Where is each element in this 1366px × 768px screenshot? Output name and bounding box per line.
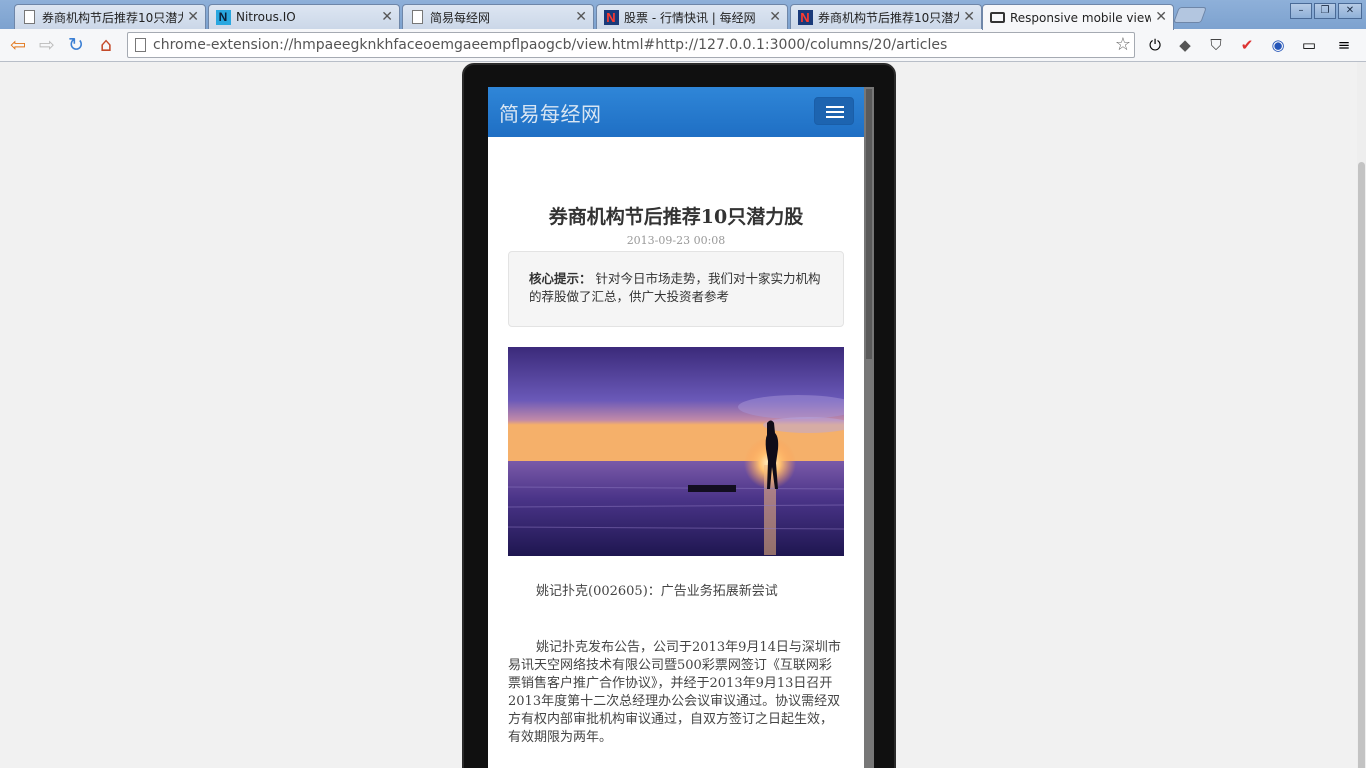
new-tab-button[interactable]: [1173, 7, 1207, 23]
forward-button[interactable]: ⇨: [35, 34, 59, 56]
tab-2[interactable]: N Nitrous.IO ✕: [208, 4, 400, 29]
device-screen[interactable]: 简易每经网 券商机构节后推荐10只潜力股 2013-09-23 00:08 核心…: [488, 87, 874, 768]
summary-label: 核心提示：: [529, 271, 592, 286]
page-icon: [409, 9, 425, 25]
close-icon[interactable]: ✕: [1155, 9, 1167, 25]
page-scrollbar[interactable]: [1357, 62, 1366, 768]
article-date: 2013-09-23 00:08: [626, 234, 726, 247]
close-icon[interactable]: ✕: [769, 9, 781, 25]
tab-4[interactable]: N 股票 - 行情快讯 | 每经网 ✕: [596, 4, 788, 29]
browser-toolbar: ⇦ ⇨ ↻ ⌂ chrome-extension://hmpaeegknkhfa…: [0, 29, 1366, 62]
address-bar[interactable]: chrome-extension://hmpaeegknkhfaceoemgae…: [127, 32, 1135, 58]
paragraph-1: 姚记扑克(002605)：广告业务拓展新尝试: [536, 584, 778, 599]
menu-icon[interactable]: ≡: [1333, 34, 1355, 56]
tab-title: 券商机构节后推荐10只潜力: [818, 10, 959, 25]
tab-strip: 券商机构节后推荐10只潜力 ✕ N Nitrous.IO ✕ 简易每经网 ✕ N…: [0, 0, 1366, 30]
translate-icon[interactable]: ◉: [1267, 34, 1289, 56]
back-button[interactable]: ⇦: [6, 34, 30, 56]
close-icon[interactable]: ✕: [575, 9, 587, 25]
todoist-check-icon[interactable]: ✔: [1236, 34, 1258, 56]
close-icon[interactable]: ✕: [187, 9, 199, 25]
article-image: [508, 347, 844, 556]
tab-3[interactable]: 简易每经网 ✕: [402, 4, 594, 29]
home-button[interactable]: ⌂: [94, 34, 118, 56]
article-title: 券商机构节后推荐10只潜力股: [548, 206, 804, 228]
app-navbar: 简易每经网: [488, 87, 864, 137]
power-icon[interactable]: ⏻: [1144, 34, 1166, 56]
nbd-icon: N: [603, 9, 619, 25]
tab-title: 券商机构节后推荐10只潜力: [42, 10, 183, 25]
bookmark-star-icon[interactable]: ☆: [1115, 33, 1131, 57]
reload-button[interactable]: ↻: [64, 34, 88, 56]
device-scrollbar[interactable]: [864, 87, 874, 768]
url-text: chrome-extension://hmpaeegknkhfaceoemgae…: [153, 37, 948, 53]
nbd-icon: N: [797, 9, 813, 25]
tab-title: 股票 - 行情快讯 | 每经网: [624, 10, 756, 25]
paragraph-2: 姚记扑克发布公告，公司于2013年9月14日与深圳市易讯天空网络技术有限公司暨5…: [508, 640, 841, 745]
close-icon[interactable]: ✕: [963, 9, 975, 25]
tab-title: Nitrous.IO: [236, 10, 296, 24]
maximize-button[interactable]: ❐: [1314, 3, 1336, 19]
close-window-button[interactable]: ✕: [1338, 3, 1362, 19]
responsive-icon: [989, 10, 1005, 26]
page-icon: [21, 9, 37, 25]
cast-icon[interactable]: ▭: [1298, 34, 1320, 56]
hamburger-menu-button[interactable]: [814, 97, 854, 125]
device-frame: 简易每经网 券商机构节后推荐10只潜力股 2013-09-23 00:08 核心…: [462, 63, 896, 768]
tab-title: 简易每经网: [430, 10, 491, 25]
close-icon[interactable]: ✕: [381, 9, 393, 25]
page-icon: [135, 38, 146, 52]
evernote-icon[interactable]: ◆: [1174, 34, 1196, 56]
minimize-button[interactable]: –: [1290, 3, 1312, 19]
page-viewport: 简易每经网 券商机构节后推荐10只潜力股 2013-09-23 00:08 核心…: [0, 62, 1366, 768]
summary-box: 核心提示： 针对今日市场走势，我们对十家实力机构的荐股做了汇总，供广大投资者参考: [508, 251, 844, 327]
brand-logo[interactable]: 简易每经网: [499, 98, 602, 127]
tab-5[interactable]: N 券商机构节后推荐10只潜力 ✕: [790, 4, 982, 29]
pocket-icon[interactable]: ⛉: [1205, 34, 1227, 56]
tab-6[interactable]: Responsive mobile view ✕: [982, 4, 1174, 30]
nitrous-icon: N: [215, 9, 231, 25]
tab-1[interactable]: 券商机构节后推荐10只潜力 ✕: [14, 4, 206, 29]
tab-title: Responsive mobile view: [1010, 10, 1151, 25]
